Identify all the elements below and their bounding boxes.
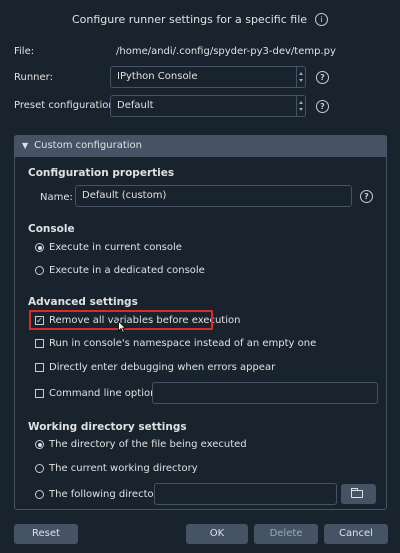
radio-current-working-directory-label[interactable]: The current working directory	[49, 463, 198, 474]
checkbox-debug-errors[interactable]	[35, 363, 44, 372]
file-label: File:	[14, 46, 35, 57]
combo-arrow-icon	[296, 67, 305, 87]
radio-current-working-directory[interactable]	[35, 464, 44, 473]
checkbox-debug-errors-label[interactable]: Directly enter debugging when errors app…	[49, 362, 275, 373]
radio-current-console[interactable]	[35, 243, 44, 252]
checkbox-console-namespace[interactable]	[35, 339, 44, 348]
runner-select[interactable]: IPython Console	[110, 66, 306, 88]
cancel-button[interactable]: Cancel	[324, 524, 388, 544]
help-icon[interactable]: ?	[316, 71, 329, 84]
combo-arrow-icon	[296, 96, 305, 116]
file-path: /home/andi/.config/spyder-py3-dev/temp.p…	[116, 46, 336, 57]
radio-dedicated-console-label[interactable]: Execute in a dedicated console	[49, 265, 205, 276]
advanced-settings-title: Advanced settings	[28, 296, 138, 308]
dialog-title: Configure runner settings for a specific…	[0, 13, 400, 26]
preset-select[interactable]: Default	[110, 95, 306, 117]
preset-select-value: Default	[117, 100, 154, 111]
help-icon[interactable]: ?	[316, 100, 329, 113]
radio-file-directory[interactable]	[35, 440, 44, 449]
radio-dedicated-console[interactable]	[35, 266, 44, 275]
info-icon[interactable]: i	[315, 13, 329, 26]
custom-config-header[interactable]: ▼ Custom configuration	[14, 135, 387, 157]
command-line-input[interactable]	[152, 382, 378, 404]
reset-button[interactable]: Reset	[14, 524, 78, 544]
preset-label: Preset configuration:	[14, 100, 119, 111]
radio-following-directory[interactable]	[35, 490, 44, 499]
browse-directory-button[interactable]	[341, 484, 376, 504]
mouse-cursor-icon	[118, 321, 126, 333]
checkbox-command-line-label[interactable]: Command line options:	[49, 388, 165, 399]
name-label: Name:	[40, 192, 73, 203]
delete-button[interactable]: Delete	[254, 524, 318, 544]
radio-file-directory-label[interactable]: The directory of the file being executed	[49, 439, 247, 450]
folder-icon	[351, 488, 363, 498]
radio-following-directory-label[interactable]: The following directory:	[49, 489, 166, 500]
workdir-title: Working directory settings	[28, 421, 187, 433]
console-title: Console	[28, 223, 75, 235]
directory-input[interactable]	[154, 483, 337, 505]
runner-label: Runner:	[14, 72, 53, 83]
name-input[interactable]: Default (custom)	[75, 185, 352, 207]
radio-current-console-label[interactable]: Execute in current console	[49, 242, 182, 253]
ok-button[interactable]: OK	[186, 524, 248, 544]
checkbox-command-line[interactable]	[35, 389, 44, 398]
checkbox-console-namespace-label[interactable]: Run in console's namespace instead of an…	[49, 338, 316, 349]
config-properties-title: Configuration properties	[28, 167, 175, 179]
help-icon[interactable]: ?	[360, 190, 373, 203]
chevron-down-icon: ▼	[22, 141, 29, 150]
runner-select-value: IPython Console	[117, 71, 198, 82]
